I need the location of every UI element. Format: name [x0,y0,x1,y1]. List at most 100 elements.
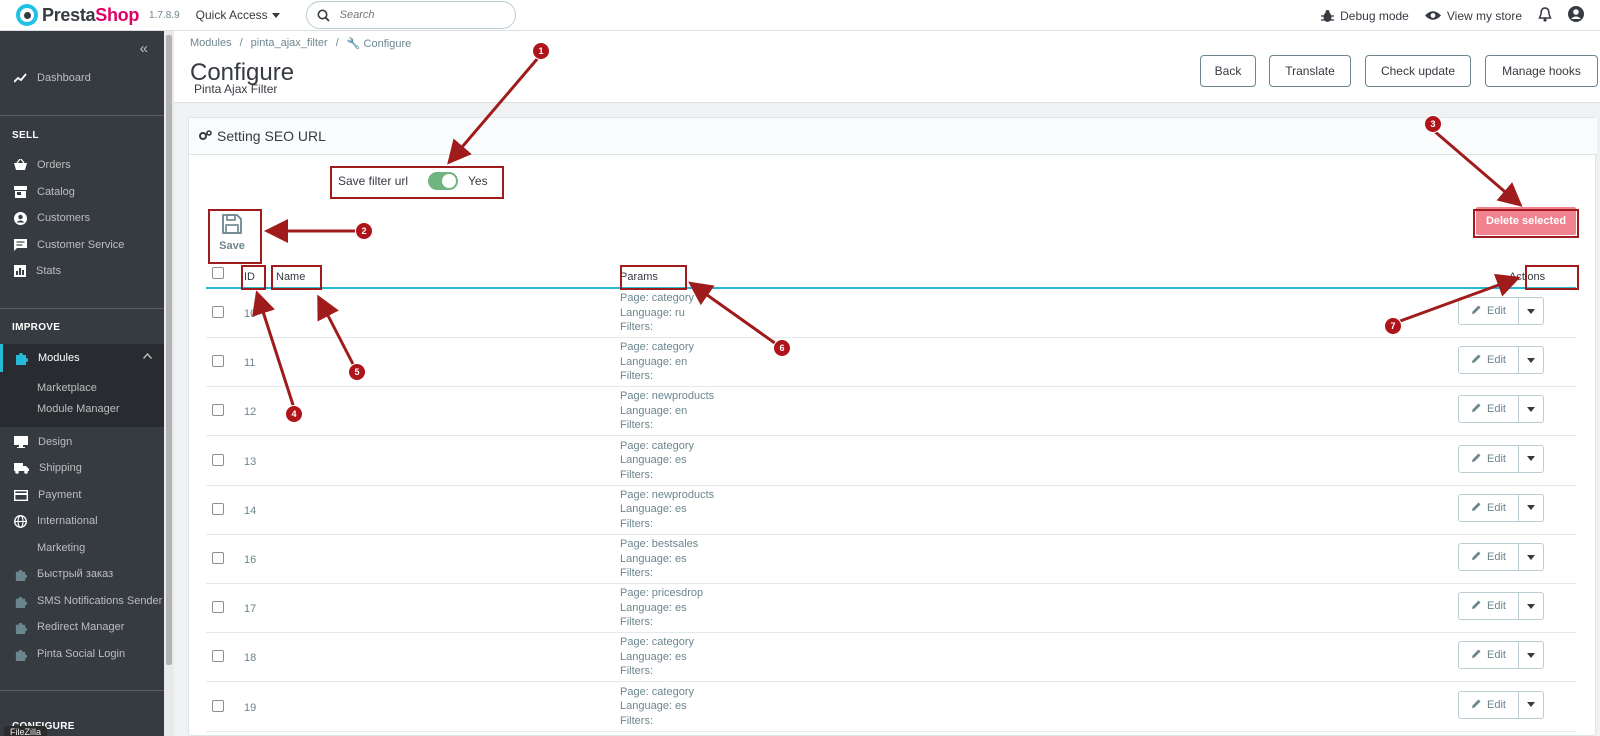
scrollbar-thumb[interactable] [166,35,172,665]
row-actions-dropdown[interactable] [1519,298,1543,324]
save-filter-url-setting: Save filter url Yes [331,166,495,196]
pencil-icon [1471,353,1482,367]
row-actions: Edit [1458,346,1544,375]
param-page: Page: newproducts [620,390,715,403]
row-checkbox[interactable] [212,502,224,515]
edit-button[interactable]: Edit [1459,642,1519,669]
column-header-params[interactable]: Params [614,266,664,288]
edit-button[interactable]: Edit [1459,544,1519,570]
row-params: Page: category Language: es Filters: [620,685,694,729]
translate-button[interactable]: Translate [1269,55,1351,87]
page-subtitle: Pinta Ajax Filter [194,82,278,96]
row-actions-dropdown[interactable] [1519,692,1543,718]
row-actions-dropdown[interactable] [1519,593,1543,619]
breadcrumb-module[interactable]: pinta_ajax_filter [251,37,328,50]
edit-label: Edit [1487,551,1506,563]
sidebar-item-customers[interactable]: Customers [0,205,164,231]
edit-label: Edit [1487,649,1506,662]
save-button[interactable]: Save [206,207,258,259]
quick-access-dropdown[interactable]: Quick Access [196,8,280,22]
sidebar-item-international[interactable]: International [0,508,164,534]
row-params: Page: category Language: en Filters: [620,340,694,384]
param-page: Page: category [620,341,694,354]
collapse-sidebar-icon[interactable]: « [140,40,148,57]
account-circle-icon [14,211,27,225]
table-row: 10 Page: category Language: ru Filters: Edit [206,289,1576,338]
sidebar-item-payment[interactable]: Payment [0,482,164,508]
switch-label: Save filter url [338,174,409,188]
param-page: Page: category [620,292,694,304]
sidebar-item-modules[interactable]: Modules [0,344,164,372]
row-checkbox[interactable] [212,601,224,614]
select-all-checkbox[interactable] [212,267,224,279]
edit-button[interactable]: Edit [1459,593,1519,620]
puzzle-piece-icon [14,648,27,661]
param-filters: Filters: [620,665,653,678]
puzzle-piece-icon [14,568,27,581]
delete-selected-button[interactable]: Delete selected [1476,207,1576,235]
debug-mode-link[interactable]: Debug mode [1321,9,1409,23]
row-checkbox[interactable] [212,404,224,417]
sidebar-scrollbar[interactable] [164,31,174,736]
row-actions-dropdown[interactable] [1519,396,1543,422]
row-checkbox[interactable] [212,306,224,318]
row-actions-dropdown[interactable] [1519,446,1543,472]
edit-button[interactable]: Edit [1459,298,1519,324]
prestashop-logo[interactable]: PrestaShop [16,4,139,26]
breadcrumb-modules[interactable]: Modules [190,37,232,50]
row-actions-dropdown[interactable] [1519,347,1543,373]
row-checkbox[interactable] [212,453,224,466]
sidebar-item-orders[interactable]: Orders [0,152,164,178]
sidebar-section-sell: SELL [12,130,39,141]
sidebar-item-redirect-manager[interactable]: Redirect Manager [0,614,164,640]
table-row: 12 Page: newproducts Language: en Filters: E… [206,387,1576,437]
sidebar-item-marketing[interactable]: Marketing [0,535,164,561]
row-actions-dropdown[interactable] [1519,642,1543,668]
row-checkbox[interactable] [212,699,224,712]
caret-down-icon [1527,652,1535,658]
view-store-link[interactable]: View my store [1424,9,1522,23]
sidebar-item-sms-notifications[interactable]: SMS Notifications Sender [0,588,164,614]
pencil-icon [1471,550,1482,564]
sidebar-item-quick-order[interactable]: Быстрый заказ [0,561,164,587]
table-row: 16 Page: bestsales Language: es Filters: Edi… [206,535,1576,584]
sidebar-item-pinta-social-login[interactable]: Pinta Social Login [0,641,164,667]
caret-down-icon [1527,357,1535,363]
search-input[interactable] [339,9,490,21]
edit-button[interactable]: Edit [1459,347,1519,374]
table-row: 19 Page: category Language: es Filters: Edit [206,683,1576,732]
row-checkbox[interactable] [212,552,224,564]
sidebar-item-label: SMS Notifications Sender [37,595,163,607]
check-update-button[interactable]: Check update [1365,55,1471,87]
sidebar-item-label: Pinta Social Login [37,648,126,660]
edit-button[interactable]: Edit [1459,445,1519,472]
edit-button[interactable]: Edit [1459,396,1519,423]
save-filter-url-toggle[interactable] [428,172,459,190]
sidebar-item-shipping[interactable]: Shipping [0,455,164,481]
param-language: Language: es [620,454,687,467]
search-box[interactable] [305,1,516,29]
column-header-id[interactable]: ID [238,266,261,288]
row-actions-dropdown[interactable] [1519,544,1543,570]
switch-value: Yes [468,174,488,188]
manage-hooks-button[interactable]: Manage hooks [1485,55,1598,87]
row-actions-dropdown[interactable] [1519,495,1543,521]
sidebar-item-customer-service[interactable]: Customer Service [0,232,164,258]
param-page: Page: category [620,439,694,452]
user-account-icon[interactable] [1568,6,1584,25]
row-checkbox[interactable] [212,650,224,663]
back-button[interactable]: Back [1200,55,1256,87]
column-header-name[interactable]: Name [270,266,311,288]
sidebar-item-catalog[interactable]: Catalog [0,179,164,205]
sidebar-item-design[interactable]: Design [0,429,164,455]
edit-button[interactable]: Edit [1459,691,1519,718]
sidebar-item-dashboard[interactable]: Dashboard [0,65,164,91]
bell-icon[interactable] [1538,6,1552,25]
row-checkbox[interactable] [212,355,224,368]
sidebar-subitem-marketplace[interactable]: Marketplace [37,382,97,394]
edit-button[interactable]: Edit [1459,494,1519,521]
breadcrumb: Modules / pinta_ajax_filter / 🔧 Configur… [190,37,412,50]
sidebar-subitem-module-manager[interactable]: Module Manager [37,403,120,415]
cogs-icon [199,128,212,144]
sidebar-item-stats[interactable]: Stats [0,258,164,284]
